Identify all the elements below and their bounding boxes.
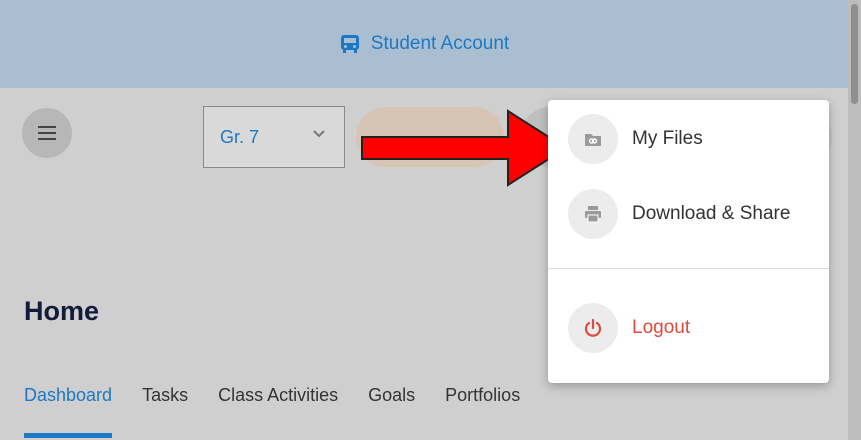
menu-divider	[548, 268, 829, 269]
menu-item-logout[interactable]: Logout	[568, 303, 690, 353]
grade-select-value: Gr. 7	[220, 126, 260, 147]
grade-select[interactable]: Gr. 7	[203, 106, 345, 168]
menu-item-download-share[interactable]: Download & Share	[568, 189, 790, 239]
account-dropdown-menu: My Files Download & Share Logout	[548, 100, 829, 383]
power-icon	[568, 303, 618, 353]
chevron-down-icon	[313, 130, 325, 138]
tab-bar: Dashboard Tasks Class Activities Goals P…	[24, 385, 550, 438]
menu-item-label: My Files	[632, 128, 703, 149]
folder-link-icon	[568, 114, 618, 164]
bus-icon	[340, 35, 359, 53]
menu-item-my-files[interactable]: My Files	[568, 114, 703, 164]
page-title: Home	[24, 296, 100, 326]
red-arrow-annotation	[361, 109, 568, 187]
menu-item-label: Download & Share	[632, 203, 791, 224]
tab-tasks[interactable]: Tasks	[142, 385, 188, 437]
menu-item-label: Logout	[632, 317, 691, 338]
printer-icon	[568, 189, 618, 239]
banner-label: Student Account	[370, 33, 510, 54]
hamburger-icon	[38, 126, 56, 140]
account-banner: Student Account	[0, 0, 848, 88]
tab-goals[interactable]: Goals	[368, 385, 415, 437]
scrollbar[interactable]	[848, 0, 861, 440]
tab-class-activities[interactable]: Class Activities	[218, 385, 338, 437]
menu-button[interactable]	[22, 108, 72, 158]
tab-portfolios[interactable]: Portfolios	[445, 385, 520, 437]
tab-dashboard[interactable]: Dashboard	[24, 385, 113, 438]
scrollbar-thumb[interactable]	[851, 4, 858, 104]
